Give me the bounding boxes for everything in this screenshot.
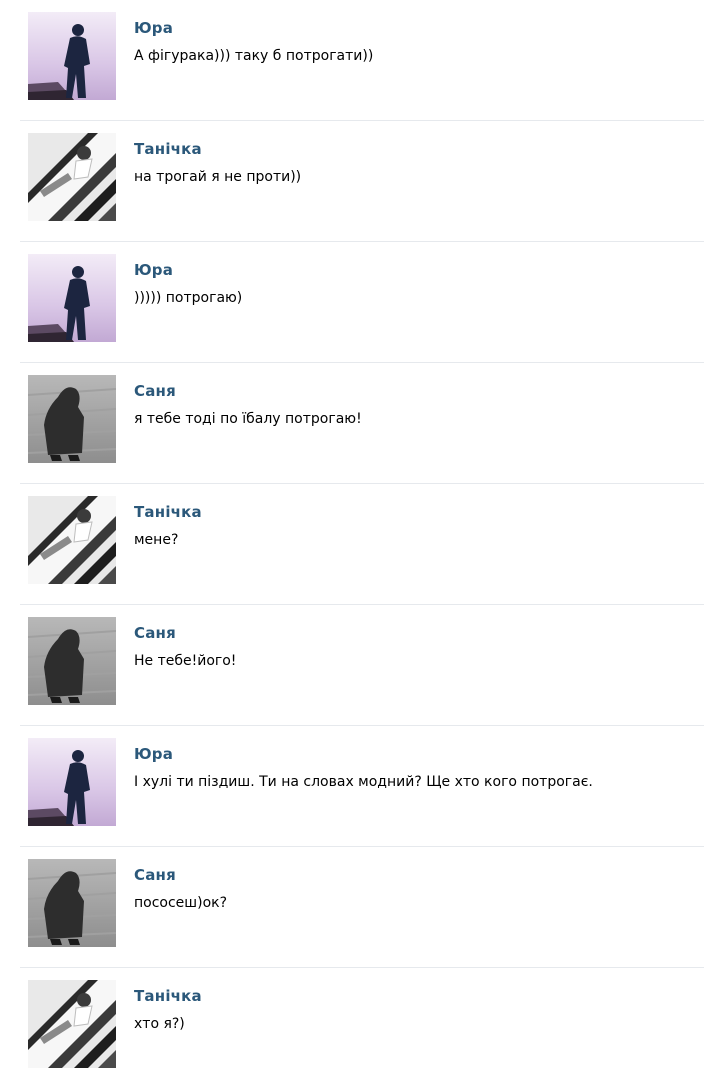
silhouette-avatar[interactable] bbox=[28, 12, 116, 100]
author-link[interactable]: Юра bbox=[134, 19, 173, 37]
comment-text: на трогай я не проти)) bbox=[134, 169, 302, 185]
comment-item: Юра І хулі ти піздиш. Ти на словах модни… bbox=[0, 726, 704, 847]
comment-text: Не тебе!його! bbox=[134, 653, 237, 669]
stairs-avatar[interactable] bbox=[28, 133, 116, 221]
comment-feed: Юра А фігурака))) таку б потрогати)) Тан… bbox=[0, 0, 704, 1080]
comment-item: Саня Не тебе!його! bbox=[0, 605, 704, 726]
author-link[interactable]: Саня bbox=[134, 866, 176, 884]
comment-item: Танічка хто я?) bbox=[0, 968, 704, 1080]
comment-item: Юра ))))) потрогаю) bbox=[0, 242, 704, 363]
comment-item: Юра А фігурака))) таку б потрогати)) bbox=[0, 0, 704, 121]
comment-text: ))))) потрогаю) bbox=[134, 290, 243, 306]
author-link[interactable]: Танічка bbox=[134, 987, 202, 1005]
author-link[interactable]: Танічка bbox=[134, 503, 202, 521]
comment-item: Танічка мене? bbox=[0, 484, 704, 605]
author-link[interactable]: Юра bbox=[134, 745, 173, 763]
comment-text: я тебе тоді по їбалу потрогаю! bbox=[134, 411, 362, 427]
author-link[interactable]: Саня bbox=[134, 624, 176, 642]
comment-item: Саня пососеш)ок? bbox=[0, 847, 704, 968]
silhouette-avatar[interactable] bbox=[28, 738, 116, 826]
stairs-avatar[interactable] bbox=[28, 980, 116, 1068]
comment-item: Танічка на трогай я не проти)) bbox=[0, 121, 704, 242]
comment-text: А фігурака))) таку б потрогати)) bbox=[134, 48, 374, 64]
hooded-figure-avatar[interactable] bbox=[28, 617, 116, 705]
comment-text: хто я?) bbox=[134, 1016, 185, 1032]
author-link[interactable]: Танічка bbox=[134, 140, 202, 158]
hooded-figure-avatar[interactable] bbox=[28, 375, 116, 463]
author-link[interactable]: Саня bbox=[134, 382, 176, 400]
author-link[interactable]: Юра bbox=[134, 261, 173, 279]
stairs-avatar[interactable] bbox=[28, 496, 116, 584]
silhouette-avatar[interactable] bbox=[28, 254, 116, 342]
hooded-figure-avatar[interactable] bbox=[28, 859, 116, 947]
comment-text: мене? bbox=[134, 532, 179, 548]
comment-text: пососеш)ок? bbox=[134, 895, 228, 911]
comment-text: І хулі ти піздиш. Ти на словах модний? Щ… bbox=[134, 774, 593, 790]
comment-item: Саня я тебе тоді по їбалу потрогаю! bbox=[0, 363, 704, 484]
